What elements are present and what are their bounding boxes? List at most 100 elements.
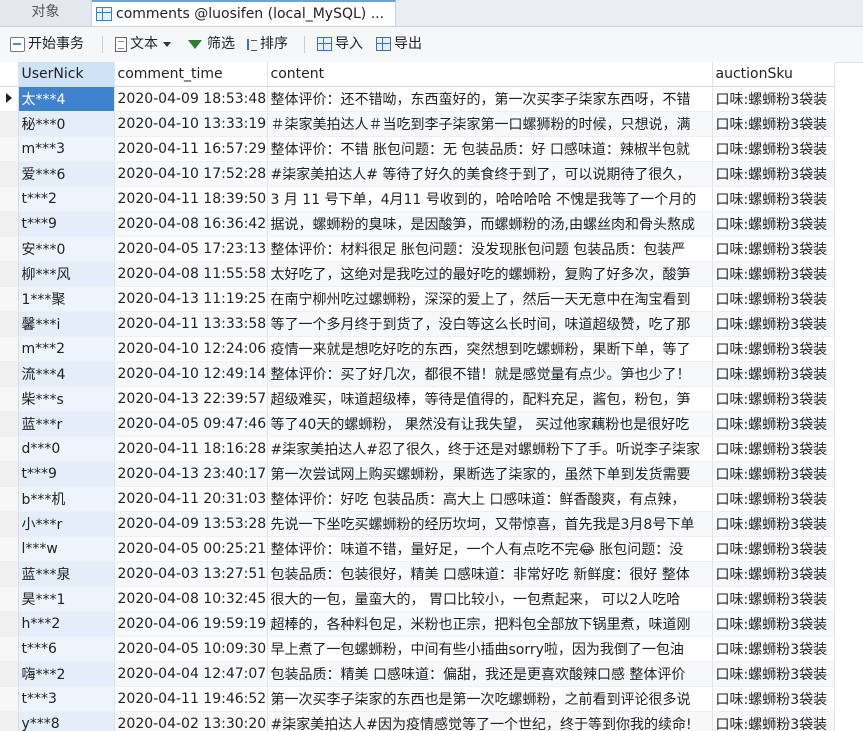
table-row[interactable]: t***9 2020-04-13 23:40:17 第一次尝试网上购买螺蛳粉，果断选… — [0, 461, 835, 487]
table-row[interactable]: t***2 2020-04-11 18:39:50 3 月 11 号下单，4月11 … — [0, 186, 835, 212]
usernick-cell[interactable]: 小***r — [18, 511, 115, 537]
row-header[interactable] — [0, 486, 19, 512]
auctionsku-cell[interactable]: 口味:螺蛳粉3袋装 — [712, 336, 835, 362]
row-header[interactable] — [0, 236, 19, 262]
table-row[interactable]: 蓝***泉 2020-04-03 13:27:51 包装品质：包装很好，精美 口感味… — [0, 561, 835, 587]
comment-time-cell[interactable]: 2020-04-11 18:16:28 — [114, 436, 268, 462]
comment-time-cell[interactable]: 2020-04-05 17:23:13 — [114, 236, 268, 262]
table-row[interactable]: 安***0 2020-04-05 17:23:13 整体评价：材料很足 胀包问题：没… — [0, 236, 835, 262]
comment-time-cell[interactable]: 2020-04-13 22:39:57 — [114, 386, 268, 412]
auctionsku-cell[interactable]: 口味:螺蛳粉3袋装 — [712, 711, 835, 731]
auctionsku-cell[interactable]: 口味:螺蛳粉3袋装 — [712, 686, 835, 712]
usernick-cell[interactable]: 嗨***2 — [18, 661, 115, 687]
comment-time-cell[interactable]: 2020-04-06 19:59:19 — [114, 611, 268, 637]
auctionsku-cell[interactable]: 口味:螺蛳粉3袋装 — [712, 161, 835, 187]
table-row[interactable]: m***3 2020-04-11 16:57:29 整体评价：不错 胀包问题：无 包… — [0, 136, 835, 162]
auctionsku-cell[interactable]: 口味:螺蛳粉3袋装 — [712, 511, 835, 537]
content-cell[interactable]: 早上煮了一包螺蛳粉，中间有些小插曲sorry啦，因为我倒了一包油 — [267, 636, 713, 662]
auctionsku-cell[interactable]: 口味:螺蛳粉3袋装 — [712, 661, 835, 687]
usernick-cell[interactable]: t***3 — [18, 686, 115, 712]
content-cell[interactable]: #柒家美拍达人# 等待了好久的美食终于到了，可以说期待了很久， — [267, 161, 713, 187]
sort-button[interactable]: 排序 — [245, 27, 288, 62]
comment-time-cell[interactable]: 2020-04-11 20:31:03 — [114, 486, 268, 512]
content-cell[interactable]: 等了一个多月终于到货了，没白等这么长时间，味道超级赞，吃了那 — [267, 311, 713, 337]
table-row[interactable]: m***2 2020-04-10 12:24:06 疫情一来就是想吃好吃的东西，突然… — [0, 336, 835, 362]
usernick-cell[interactable]: 柳***风 — [18, 261, 115, 287]
row-header[interactable] — [0, 461, 19, 487]
comment-time-cell[interactable]: 2020-04-05 10:09:30 — [114, 636, 268, 662]
row-header[interactable] — [0, 561, 19, 587]
content-cell[interactable]: 先说一下坐吃买螺蛳粉的经历坎坷，又带惊喜，首先我是3月8号下单 — [267, 511, 713, 537]
content-cell[interactable]: 疫情一来就是想吃好吃的东西，突然想到吃螺蛳粉，果断下单，等了 — [267, 336, 713, 362]
usernick-cell[interactable]: 蓝***泉 — [18, 561, 115, 587]
tab-comments-table[interactable]: comments @luosifen (local_MySQL) ... — [92, 0, 396, 26]
row-header[interactable] — [0, 586, 19, 612]
content-cell[interactable]: 太好吃了，这绝对是我吃过的最好吃的螺蛳粉，复购了好多次，酸笋 — [267, 261, 713, 287]
comment-time-cell[interactable]: 2020-04-02 13:30:20 — [114, 711, 268, 731]
content-cell[interactable]: 包装品质：包装很好，精美 口感味道：非常好吃 新鲜度：很好 整体 — [267, 561, 713, 587]
row-header[interactable] — [0, 311, 19, 337]
comment-time-cell[interactable]: 2020-04-11 18:39:50 — [114, 186, 268, 212]
usernick-cell[interactable]: m***3 — [18, 136, 115, 162]
comment-time-cell[interactable]: 2020-04-13 23:40:17 — [114, 461, 268, 487]
usernick-cell[interactable]: 安***0 — [18, 236, 115, 262]
content-cell[interactable]: 3 月 11 号下单，4月11 号收到的，哈哈哈哈 不愧是我等了一个月的 — [267, 186, 713, 212]
table-row[interactable]: y***8 2020-04-02 13:30:20 #柒家美拍达人#因为疫情感觉等了… — [0, 711, 835, 731]
usernick-cell[interactable]: m***2 — [18, 336, 115, 362]
table-row[interactable]: 蓝***r 2020-04-05 09:47:46 等了40天的螺蛳粉， 果然没有让… — [0, 411, 835, 437]
auctionsku-cell[interactable]: 口味:螺蛳粉3袋装 — [712, 561, 835, 587]
table-row[interactable]: 太***4 2020-04-09 18:53:48 整体评价：还不错呦，东西蛮好的，… — [0, 86, 835, 112]
auctionsku-cell[interactable]: 口味:螺蛳粉3袋装 — [712, 286, 835, 312]
comment-time-cell[interactable]: 2020-04-08 11:55:58 — [114, 261, 268, 287]
auctionsku-cell[interactable]: 口味:螺蛳粉3袋装 — [712, 86, 835, 112]
comment-time-cell[interactable]: 2020-04-10 12:24:06 — [114, 336, 268, 362]
usernick-cell[interactable]: b***机 — [18, 486, 115, 512]
column-header-usernick[interactable]: UserNick — [18, 62, 115, 87]
begin-transaction-button[interactable]: 开始事务 — [10, 27, 84, 62]
content-cell[interactable]: 整体评价：好吃 包装品质：高大上 口感味道：鲜香酸爽，有点辣， — [267, 486, 713, 512]
comment-time-cell[interactable]: 2020-04-04 12:47:07 — [114, 661, 268, 687]
auctionsku-cell[interactable]: 口味:螺蛳粉3袋装 — [712, 461, 835, 487]
auctionsku-cell[interactable]: 口味:螺蛳粉3袋装 — [712, 636, 835, 662]
auctionsku-cell[interactable]: 口味:螺蛳粉3袋装 — [712, 261, 835, 287]
row-header[interactable] — [0, 361, 19, 387]
usernick-cell[interactable]: 流***4 — [18, 361, 115, 387]
table-row[interactable]: 嗨***2 2020-04-04 12:47:07 包装品质：精美 口感味道：偏甜，… — [0, 661, 835, 687]
column-header-content[interactable]: content — [267, 62, 713, 87]
comment-time-cell[interactable]: 2020-04-10 13:33:19 — [114, 111, 268, 137]
comment-time-cell[interactable]: 2020-04-11 13:33:58 — [114, 311, 268, 337]
content-cell[interactable]: 等了40天的螺蛳粉， 果然没有让我失望， 买过他家藕粉也是很好吃 — [267, 411, 713, 437]
auctionsku-cell[interactable]: 口味:螺蛳粉3袋装 — [712, 211, 835, 237]
content-cell[interactable]: #柒家美拍达人#忍了很久，终于还是对螺蛳粉下了手。听说李子柒家 — [267, 436, 713, 462]
row-header[interactable] — [0, 161, 19, 187]
row-header[interactable] — [0, 86, 19, 112]
text-button[interactable]: 文本 — [115, 27, 171, 62]
auctionsku-cell[interactable]: 口味:螺蛳粉3袋装 — [712, 586, 835, 612]
content-cell[interactable]: 在南宁柳州吃过螺蛳粉，深深的爱上了，然后一天无意中在淘宝看到 — [267, 286, 713, 312]
content-cell[interactable]: 很大的一包，量蛮大的， 胃口比较小，一包煮起来， 可以2人吃哈 — [267, 586, 713, 612]
table-row[interactable]: d***0 2020-04-11 18:16:28 #柒家美拍达人#忍了很久，终于还… — [0, 436, 835, 462]
filter-button[interactable]: 筛选 — [188, 27, 235, 62]
export-button[interactable]: 导出 — [376, 27, 422, 62]
table-row[interactable]: 流***4 2020-04-10 12:49:14 整体评价：买了好几次，都很不错！… — [0, 361, 835, 387]
comment-time-cell[interactable]: 2020-04-11 19:46:52 — [114, 686, 268, 712]
table-row[interactable]: t***9 2020-04-08 16:36:42 据说，螺蛳粉的臭味，是因酸笋，而… — [0, 211, 835, 237]
usernick-cell[interactable]: t***9 — [18, 211, 115, 237]
import-button[interactable]: 导入 — [317, 27, 363, 62]
usernick-cell[interactable]: t***9 — [18, 461, 115, 487]
comment-time-cell[interactable]: 2020-04-09 13:53:28 — [114, 511, 268, 537]
comment-time-cell[interactable]: 2020-04-13 11:19:25 — [114, 286, 268, 312]
row-header[interactable] — [0, 136, 19, 162]
row-header[interactable] — [0, 186, 19, 212]
usernick-cell[interactable]: 1***聚 — [18, 286, 115, 312]
column-header-auctionsku[interactable]: auctionSku — [712, 62, 835, 87]
auctionsku-cell[interactable]: 口味:螺蛳粉3袋装 — [712, 386, 835, 412]
auctionsku-cell[interactable]: 口味:螺蛳粉3袋装 — [712, 486, 835, 512]
row-header[interactable] — [0, 111, 19, 137]
content-cell[interactable]: 超级难买，味道超级棒，等待是值得的，配料充足，酱包，粉包，笋 — [267, 386, 713, 412]
usernick-cell[interactable]: 馨***i — [18, 311, 115, 337]
content-cell[interactable]: 整体评价：买了好几次，都很不错！就是感觉量有点少。笋也少了！ — [267, 361, 713, 387]
table-row[interactable]: l***w 2020-04-05 00:25:21 整体评价：味道不错，量好足，一个… — [0, 536, 835, 562]
row-header[interactable] — [0, 636, 19, 662]
table-row[interactable]: 小***r 2020-04-09 13:53:28 先说一下坐吃买螺蛳粉的经历坎坷，… — [0, 511, 835, 537]
